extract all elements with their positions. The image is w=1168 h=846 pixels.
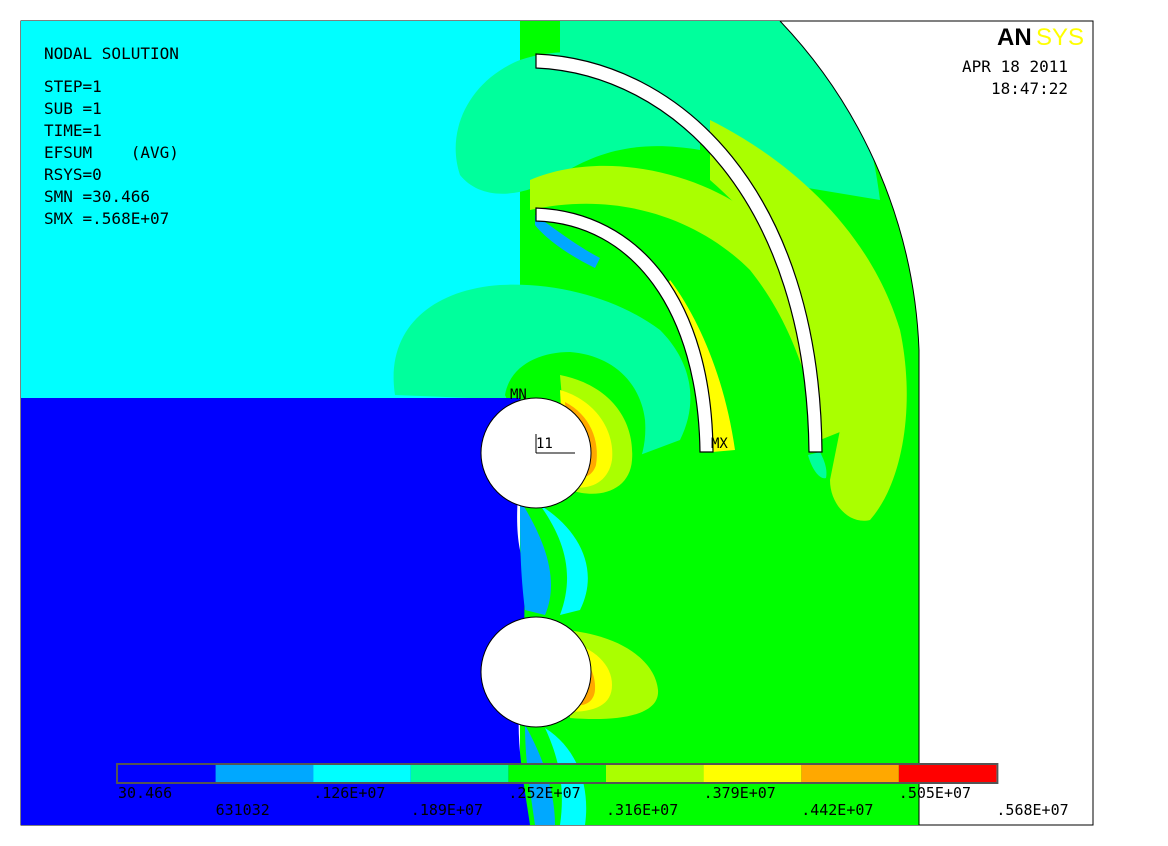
field-domain (21, 21, 919, 825)
legend-label: .505E+07 (899, 784, 971, 802)
info-line: STEP=1 (44, 77, 102, 96)
legend-label: .568E+07 (996, 801, 1068, 819)
legend-label: .379E+07 (704, 784, 776, 802)
timestamp-time: 18:47:22 (991, 79, 1068, 98)
lower-hole (480, 616, 592, 728)
legend-label: .442E+07 (801, 801, 873, 819)
legend-label: 30.466 (118, 784, 172, 802)
info-line: TIME=1 (44, 121, 102, 140)
info-line: RSYS=0 (44, 165, 102, 184)
contour-band-lower-left (21, 398, 530, 825)
legend-swatch (703, 765, 802, 782)
info-line: SMN =30.466 (44, 187, 150, 206)
plot-title: NODAL SOLUTION (44, 44, 179, 63)
legend-swatch (801, 765, 899, 782)
logo-text-sys: SYS (1036, 24, 1084, 51)
legend-swatch (410, 765, 509, 782)
legend-swatch (118, 765, 216, 782)
legend-swatch (215, 765, 314, 782)
info-line: EFSUM (AVG) (44, 143, 179, 162)
legend-label: 631032 (216, 801, 270, 819)
timestamp-date: APR 18 2011 (962, 57, 1068, 76)
legend-label: .316E+07 (606, 801, 678, 819)
max-marker: MX (711, 436, 728, 452)
legend-swatch (898, 765, 997, 782)
legend-swatch (606, 765, 704, 782)
contour-plot: 11 MN MX NODAL SOLUTION STEP=1 SUB =1 TI… (20, 20, 1094, 826)
legend-swatch (508, 765, 606, 782)
ansys-logo: AN SYS (997, 24, 1084, 51)
legend-swatch (313, 765, 411, 782)
info-line: SUB =1 (44, 99, 102, 118)
legend-label: .252E+07 (508, 784, 580, 802)
legend-label: .126E+07 (313, 784, 385, 802)
legend-label: .189E+07 (411, 801, 483, 819)
logo-text-an: AN (997, 24, 1032, 51)
node-label: 11 (536, 436, 553, 452)
min-marker: MN (510, 387, 527, 403)
info-line: SMX =.568E+07 (44, 209, 169, 228)
